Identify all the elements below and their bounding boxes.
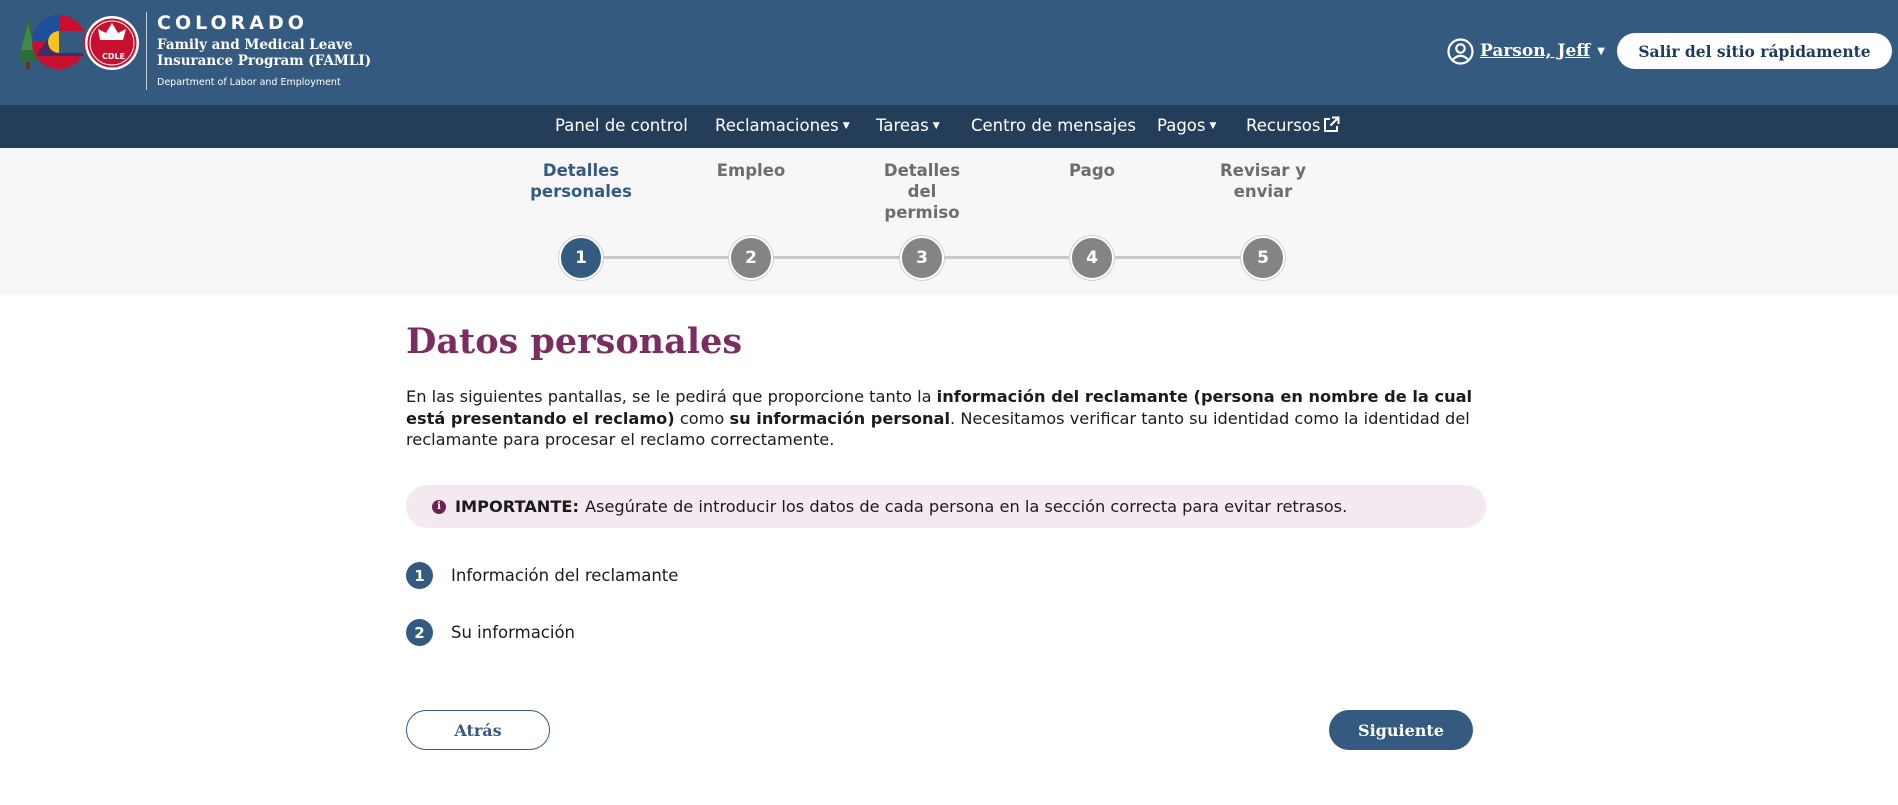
user-account-menu[interactable]: Parson, Jeff ▼ [1447,37,1605,65]
intro-text: En las siguientes pantallas, se le pedir… [406,387,937,406]
step-indicator-3: 3 [900,236,944,280]
user-circle-icon [1447,37,1474,65]
program-name-line1: Family and Medical Leave [157,37,353,53]
department-name: Department of Labor and Employment [157,77,341,88]
list-item-label: Información del reclamante [451,566,679,585]
user-name-link[interactable]: Parson, Jeff [1480,41,1590,61]
chevron-down-icon: ▼ [842,121,850,131]
back-button[interactable]: Atrás [406,710,550,750]
progress-stepper: Detalles personales Empleo Detalles del … [0,148,1898,295]
chevron-down-icon: ▼ [1597,45,1605,57]
nav-item-pagos[interactable]: Pagos ▼ [1157,116,1216,136]
step-indicator-1: 1 [559,236,603,280]
nav-item-label: Panel de control [555,116,688,135]
number-badge: 1 [406,562,433,589]
nav-item-reclamaciones[interactable]: Reclamaciones ▼ [715,116,850,136]
step-label-revisar-y-enviar: Revisar y enviar [1220,161,1306,201]
nav-item-centro-de-mensajes[interactable]: Centro de mensajes [971,116,1136,136]
nav-item-label: Reclamaciones [715,116,839,135]
nav-item-label: Pagos [1157,116,1206,135]
colorado-c-logo-icon [18,15,139,70]
step-connector [944,256,1071,259]
colorado-logo[interactable]: CDLE [14,10,149,74]
page-title: Datos personales [406,321,743,362]
main-navigation: Panel de control Reclamaciones ▼ Tareas ▼ … [0,105,1898,148]
nav-item-label: Recursos [1246,116,1321,135]
brand-state: COLORADO [157,12,308,34]
quick-exit-button[interactable]: Salir del sitio rápidamente [1617,33,1892,69]
important-alert: i IMPORTANTE: Asegúrate de introducir lo… [406,485,1486,528]
number-badge: 2 [406,619,433,646]
cdle-badge-text: CDLE [102,52,126,61]
step-indicator-5: 5 [1241,236,1285,280]
alert-text: Asegúrate de introducir los datos de cad… [584,497,1348,516]
external-link-icon [1324,116,1340,132]
intro-paragraph: En las siguientes pantallas, se le pedir… [406,386,1486,451]
nav-item-panel-de-control[interactable]: Panel de control [555,116,688,136]
nav-item-recursos[interactable]: Recursos [1246,116,1340,136]
chevron-down-icon: ▼ [1209,121,1217,131]
step-label-pago: Pago [1069,161,1115,180]
step-connector [1114,256,1242,259]
step-connector [603,256,730,259]
info-icon: i [432,499,446,514]
nav-item-label: Tareas [876,116,929,135]
step-label-empleo: Empleo [716,161,786,180]
step-connector [773,256,901,259]
chevron-down-icon: ▼ [932,121,940,131]
list-item: 2 Su información [406,619,575,646]
list-item: 1 Información del reclamante [406,562,678,589]
nav-item-label: Centro de mensajes [971,116,1136,135]
step-label-detalles-personales: Detalles personales [530,161,632,201]
program-brand: COLORADO Family and Medical Leave Insura… [146,12,371,90]
intro-text: como [674,408,730,428]
nav-item-tareas[interactable]: Tareas ▼ [876,116,940,136]
step-label-detalles-del-permiso: Detalles del permiso [883,161,961,222]
next-button[interactable]: Siguiente [1329,710,1473,750]
program-name-line2: Insurance Program (FAMLI) [157,53,372,69]
alert-label: IMPORTANTE: [455,497,579,516]
step-indicator-2: 2 [729,236,773,280]
step-indicator-4: 4 [1070,236,1114,280]
intro-bold-personal: su información personal [729,408,951,428]
site-header: CDLE COLORADO Family and Medical Leave I… [0,0,1898,105]
list-item-label: Su información [451,623,576,642]
